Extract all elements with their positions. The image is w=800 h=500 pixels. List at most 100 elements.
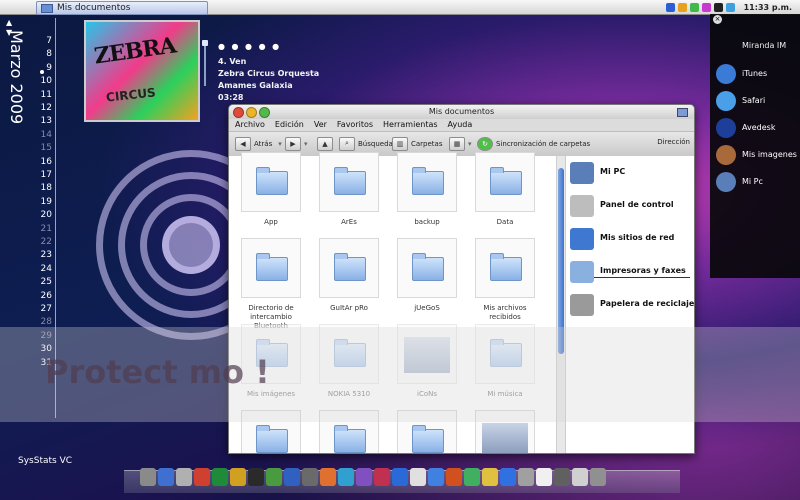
file-thumbnail xyxy=(241,238,301,298)
menu-item[interactable]: Herramientas xyxy=(383,119,438,131)
dock-app-icon[interactable] xyxy=(572,468,588,486)
file-item[interactable]: App xyxy=(233,152,309,236)
file-item[interactable]: Mis archivos recibidos xyxy=(467,238,543,322)
calendar-day[interactable]: 7 xyxy=(46,36,52,46)
back-dropdown-icon[interactable]: ▾ xyxy=(278,140,282,148)
calendar-day[interactable]: 11 xyxy=(41,90,52,100)
dock-app-icon[interactable] xyxy=(194,468,210,486)
file-thumbnail xyxy=(319,238,379,298)
calendar-day[interactable]: 10 xyxy=(41,76,52,86)
forward-button[interactable]: ▶ ▾ xyxy=(285,136,308,151)
calendar-day[interactable]: 14 xyxy=(41,130,52,140)
dock-app-icon[interactable] xyxy=(518,468,534,486)
launcher-item[interactable]: Avedesk xyxy=(716,118,800,140)
dock-app-icon[interactable] xyxy=(410,468,426,486)
dock-app-icon[interactable] xyxy=(464,468,480,486)
calendar-day[interactable]: 13 xyxy=(41,116,52,126)
dock-app-icon[interactable] xyxy=(500,468,516,486)
menu-item[interactable]: Archivo xyxy=(235,119,265,131)
dock-app-icon[interactable] xyxy=(392,468,408,486)
calendar-day[interactable]: 16 xyxy=(41,157,52,167)
calendar-day[interactable]: 19 xyxy=(41,197,52,207)
dock-app-icon[interactable] xyxy=(554,468,570,486)
window-corner-icon[interactable] xyxy=(677,108,688,117)
launcher-item[interactable]: iTunes xyxy=(716,64,800,86)
places-item[interactable]: Impresoras y faxes xyxy=(570,259,692,289)
calendar-day[interactable]: 8 xyxy=(46,49,52,59)
window-titlebar[interactable]: Mis documentos xyxy=(229,105,694,119)
sync-folders-button[interactable]: ↻ Sincronización de carpetas xyxy=(477,136,590,151)
calendar-day[interactable]: 18 xyxy=(41,183,52,193)
places-item[interactable]: Papelera de reciclaje xyxy=(570,292,694,322)
tray-network-icon[interactable] xyxy=(665,2,675,12)
calendar-day[interactable]: 25 xyxy=(41,277,52,287)
views-button[interactable]: ▦ ▾ xyxy=(449,136,472,151)
dock-app-icon[interactable] xyxy=(446,468,462,486)
calendar-day[interactable]: 21 xyxy=(41,224,52,234)
volume-knob[interactable] xyxy=(202,40,208,46)
menu-item[interactable]: Ayuda xyxy=(448,119,473,131)
dock-app-icon[interactable] xyxy=(248,468,264,486)
dock-app-icon[interactable] xyxy=(320,468,336,486)
dock-app-icon[interactable] xyxy=(374,468,390,486)
dock-app-icon[interactable] xyxy=(140,468,156,486)
file-item[interactable]: GuItAr pRo xyxy=(311,238,387,322)
calendar-day[interactable]: 17 xyxy=(41,170,52,180)
album-cover[interactable]: ZEBRA CIRCUS xyxy=(84,20,200,122)
calendar-day[interactable]: 24 xyxy=(41,264,52,274)
tray-add-icon[interactable] xyxy=(677,2,687,12)
dock-app-icon[interactable] xyxy=(212,468,228,486)
file-item[interactable]: Directorio de intercambio Bluetooth xyxy=(233,238,309,330)
launcher-item[interactable]: Safari xyxy=(716,91,800,113)
file-item[interactable]: Data xyxy=(467,152,543,236)
forward-dropdown-icon[interactable]: ▾ xyxy=(304,140,308,148)
back-button[interactable]: ◀ Atrás ▾ xyxy=(235,136,282,151)
places-item[interactable]: Mis sitios de red xyxy=(570,226,692,256)
dock-app-icon[interactable] xyxy=(536,468,552,486)
dock-app-icon[interactable] xyxy=(302,468,318,486)
calendar-day[interactable]: 22 xyxy=(41,237,52,247)
menu-item[interactable]: Edición xyxy=(275,119,304,131)
calendar-day[interactable]: 12 xyxy=(41,103,52,113)
dock-app-icon[interactable] xyxy=(158,468,174,486)
dock-app-icon[interactable] xyxy=(338,468,354,486)
dock-app-icon[interactable] xyxy=(266,468,282,486)
calendar-day[interactable]: 15 xyxy=(41,143,52,153)
launcher-item[interactable]: Mi Pc xyxy=(716,172,800,194)
tray-media-icon[interactable] xyxy=(701,2,711,12)
calendar-day[interactable]: 26 xyxy=(41,291,52,301)
calendar-day[interactable]: 27 xyxy=(41,304,52,314)
file-item[interactable]: jUeGoS xyxy=(389,238,465,322)
track-rating[interactable]: ● ● ● ● ● xyxy=(218,42,281,51)
dock-app-icon[interactable] xyxy=(482,468,498,486)
tray-info-icon[interactable] xyxy=(725,2,735,12)
dock-app-icon[interactable] xyxy=(176,468,192,486)
tray-app-icon[interactable] xyxy=(689,2,699,12)
dock-app-icon[interactable] xyxy=(428,468,444,486)
dock-app-icon[interactable] xyxy=(230,468,246,486)
tray-clock[interactable]: 11:33 p.m. xyxy=(744,3,792,12)
up-folder-button[interactable]: ▲ xyxy=(317,136,336,151)
folders-button[interactable]: ▥ Carpetas xyxy=(392,136,443,151)
views-dropdown-icon[interactable]: ▾ xyxy=(468,140,472,148)
calendar-day[interactable]: 20 xyxy=(41,210,52,220)
volume-slider[interactable] xyxy=(202,40,208,86)
search-button[interactable]: ⌕ Búsqueda xyxy=(339,136,393,151)
close-icon[interactable]: × xyxy=(713,15,722,24)
calendar-day[interactable]: 23 xyxy=(41,250,52,260)
menu-item[interactable]: Ver xyxy=(314,119,327,131)
calendar-day[interactable]: 9 xyxy=(46,63,52,73)
dock-app-icon[interactable] xyxy=(284,468,300,486)
dock-app-icon[interactable] xyxy=(356,468,372,486)
address-label[interactable]: Dirección xyxy=(657,138,690,146)
places-item[interactable]: Panel de control xyxy=(570,193,692,223)
tray-monitor-icon[interactable] xyxy=(713,2,723,12)
places-item[interactable]: Mi PC xyxy=(570,160,692,190)
dock-app-icon[interactable] xyxy=(590,468,606,486)
menu-item[interactable]: Favoritos xyxy=(337,119,373,131)
launcher-item[interactable]: Mis imagenes xyxy=(716,145,800,167)
calendar-day[interactable]: 28 xyxy=(41,317,52,327)
taskbar-button-mis-documentos[interactable]: Mis documentos xyxy=(36,1,208,15)
file-item[interactable]: backup xyxy=(389,152,465,236)
file-item[interactable]: ArEs xyxy=(311,152,387,236)
